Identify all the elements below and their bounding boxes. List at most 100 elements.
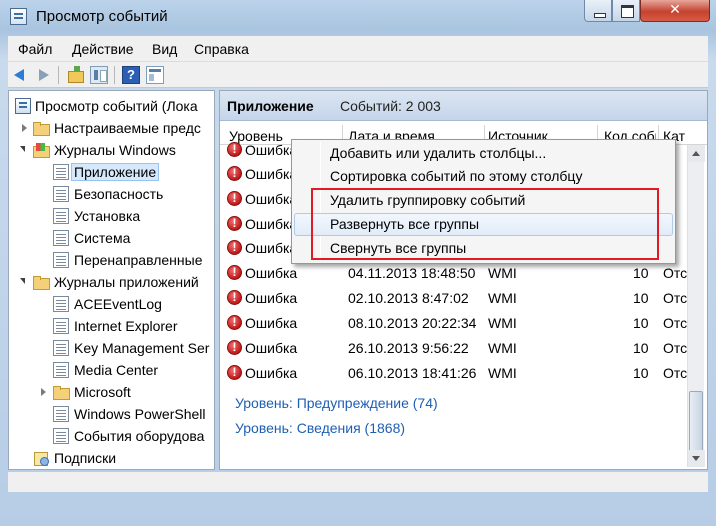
tree-item-label: Windows PowerShell <box>74 406 206 422</box>
cell-event-id: 10 <box>633 290 649 306</box>
menu-bar: Файл Действие Вид Справка <box>8 36 708 62</box>
tree-item-label: Microsoft <box>74 384 131 400</box>
cell-event-id: 10 <box>633 265 649 281</box>
close-button[interactable] <box>640 0 710 22</box>
window-title: Просмотр событий <box>36 8 168 25</box>
tree-item-label: Просмотр событий (Лока <box>35 98 198 114</box>
tree-item-label: Media Center <box>74 362 159 378</box>
action-pane-icon[interactable] <box>146 66 164 84</box>
error-icon <box>227 315 242 330</box>
log-icon <box>53 230 69 246</box>
log-icon <box>53 164 69 180</box>
cell-category: Отс <box>663 290 688 306</box>
cell-date: 08.10.2013 20:22:34 <box>348 315 477 331</box>
tree-item-label: Internet Explorer <box>74 318 178 334</box>
vertical-scrollbar[interactable] <box>687 145 705 467</box>
tree-item-label: Система <box>74 230 131 246</box>
expand-arrow-icon[interactable] <box>22 124 27 132</box>
menu-sort-by-column[interactable]: Сортировка событий по этому столбцу <box>294 165 673 188</box>
menu-item-label: Добавить или удалить столбцы... <box>330 145 547 161</box>
cell-level: Ошибка <box>245 365 298 381</box>
subscriptions-icon <box>33 450 49 466</box>
menu-add-remove-columns[interactable]: Добавить или удалить столбцы... <box>294 142 673 165</box>
tree-item-label: Установка <box>74 208 141 224</box>
log-icon <box>53 208 69 224</box>
cell-event-id: 10 <box>633 365 649 381</box>
log-icon <box>53 362 69 378</box>
event-viewer-icon <box>15 98 31 114</box>
scroll-down-icon[interactable] <box>688 450 705 467</box>
table-row[interactable]: Ошибка 26.10.2013 9:56:22 WMI 10 Отс <box>220 336 688 360</box>
tree-item-label: Журналы Windows <box>54 142 176 158</box>
cell-category: Отс <box>663 365 688 381</box>
cell-level: Ошибка <box>245 142 298 158</box>
minimize-button[interactable] <box>584 0 612 22</box>
tree-item-label: Настраиваемые предс <box>54 120 201 136</box>
log-icon <box>53 406 69 422</box>
folder-icon <box>33 274 50 290</box>
cell-date: 06.10.2013 18:41:26 <box>348 365 477 381</box>
error-icon <box>227 191 242 206</box>
error-icon <box>227 265 242 280</box>
forward-arrow-icon[interactable] <box>34 66 52 84</box>
group-information[interactable]: Уровень: Сведения (1868) <box>235 420 405 436</box>
folder-up-icon[interactable] <box>66 66 84 84</box>
menu-file[interactable]: Файл <box>18 41 52 57</box>
log-icon <box>53 428 69 444</box>
menu-help[interactable]: Справка <box>194 41 249 57</box>
error-icon <box>227 240 242 255</box>
scroll-up-icon[interactable] <box>688 145 705 162</box>
cell-level: Ошибка <box>245 216 298 232</box>
navigation-tree: Просмотр событий (Лока Настраиваемые пре… <box>8 90 215 470</box>
cell-event-id: 10 <box>633 340 649 356</box>
log-icon <box>53 318 69 334</box>
expand-arrow-icon[interactable] <box>41 388 46 396</box>
console-tree-icon[interactable] <box>90 66 108 84</box>
collapse-arrow-icon[interactable] <box>20 146 25 152</box>
cell-category: Отс <box>663 265 688 281</box>
help-icon[interactable]: ? <box>122 66 140 84</box>
cell-level: Ошибка <box>245 240 298 256</box>
pane-header: Приложение Событий: 2 003 <box>220 91 707 121</box>
toolbar-separator <box>114 66 115 84</box>
menu-remove-grouping[interactable]: Удалить группировку событий <box>294 189 673 212</box>
cell-source: WMI <box>488 365 517 381</box>
table-row[interactable]: Ошибка 06.10.2013 18:41:26 WMI 10 Отс <box>220 361 688 385</box>
error-icon <box>227 340 242 355</box>
menu-item-label: Удалить группировку событий <box>330 192 526 208</box>
windows-folder-icon <box>33 142 50 158</box>
error-icon <box>227 216 242 231</box>
menu-item-label: Развернуть все группы <box>330 216 480 232</box>
status-bar <box>8 472 708 492</box>
menu-item-label: Свернуть все группы <box>330 240 467 256</box>
menu-view[interactable]: Вид <box>152 41 177 57</box>
toolbar-separator <box>58 66 59 84</box>
cell-date: 02.10.2013 8:47:02 <box>348 290 469 306</box>
maximize-button[interactable] <box>612 0 640 22</box>
cell-level: Ошибка <box>245 166 298 182</box>
back-arrow-icon[interactable] <box>12 66 30 84</box>
cell-source: WMI <box>488 290 517 306</box>
cell-level: Ошибка <box>245 290 298 306</box>
cell-date: 04.11.2013 18:48:50 <box>348 265 476 281</box>
collapse-arrow-icon[interactable] <box>20 278 25 284</box>
table-row[interactable]: Ошибка 04.11.2013 18:48:50 WMI 10 Отс <box>220 261 688 285</box>
table-row[interactable]: Ошибка 08.10.2013 20:22:34 WMI 10 Отс <box>220 311 687 335</box>
event-viewer-icon <box>10 8 27 25</box>
cell-category: Отс <box>663 340 688 356</box>
context-menu: Добавить или удалить столбцы... Сортиров… <box>291 139 676 264</box>
cell-level: Ошибка <box>245 340 298 356</box>
tree-item-label: Журналы приложений <box>54 274 199 290</box>
menu-expand-all-groups[interactable]: Развернуть все группы <box>294 213 673 236</box>
cell-source: WMI <box>488 265 517 281</box>
cell-source: WMI <box>488 340 517 356</box>
table-row[interactable]: Ошибка 02.10.2013 8:47:02 WMI 10 Отс <box>220 286 688 310</box>
menu-collapse-all-groups[interactable]: Свернуть все группы <box>294 237 673 260</box>
pane-title: Приложение <box>227 98 314 114</box>
cell-event-id: 10 <box>633 315 649 331</box>
toolbar: ? <box>8 62 708 88</box>
menu-action[interactable]: Действие <box>72 41 134 57</box>
error-icon <box>227 166 242 181</box>
scroll-thumb[interactable] <box>689 391 703 453</box>
group-warning[interactable]: Уровень: Предупреждение (74) <box>235 395 438 411</box>
